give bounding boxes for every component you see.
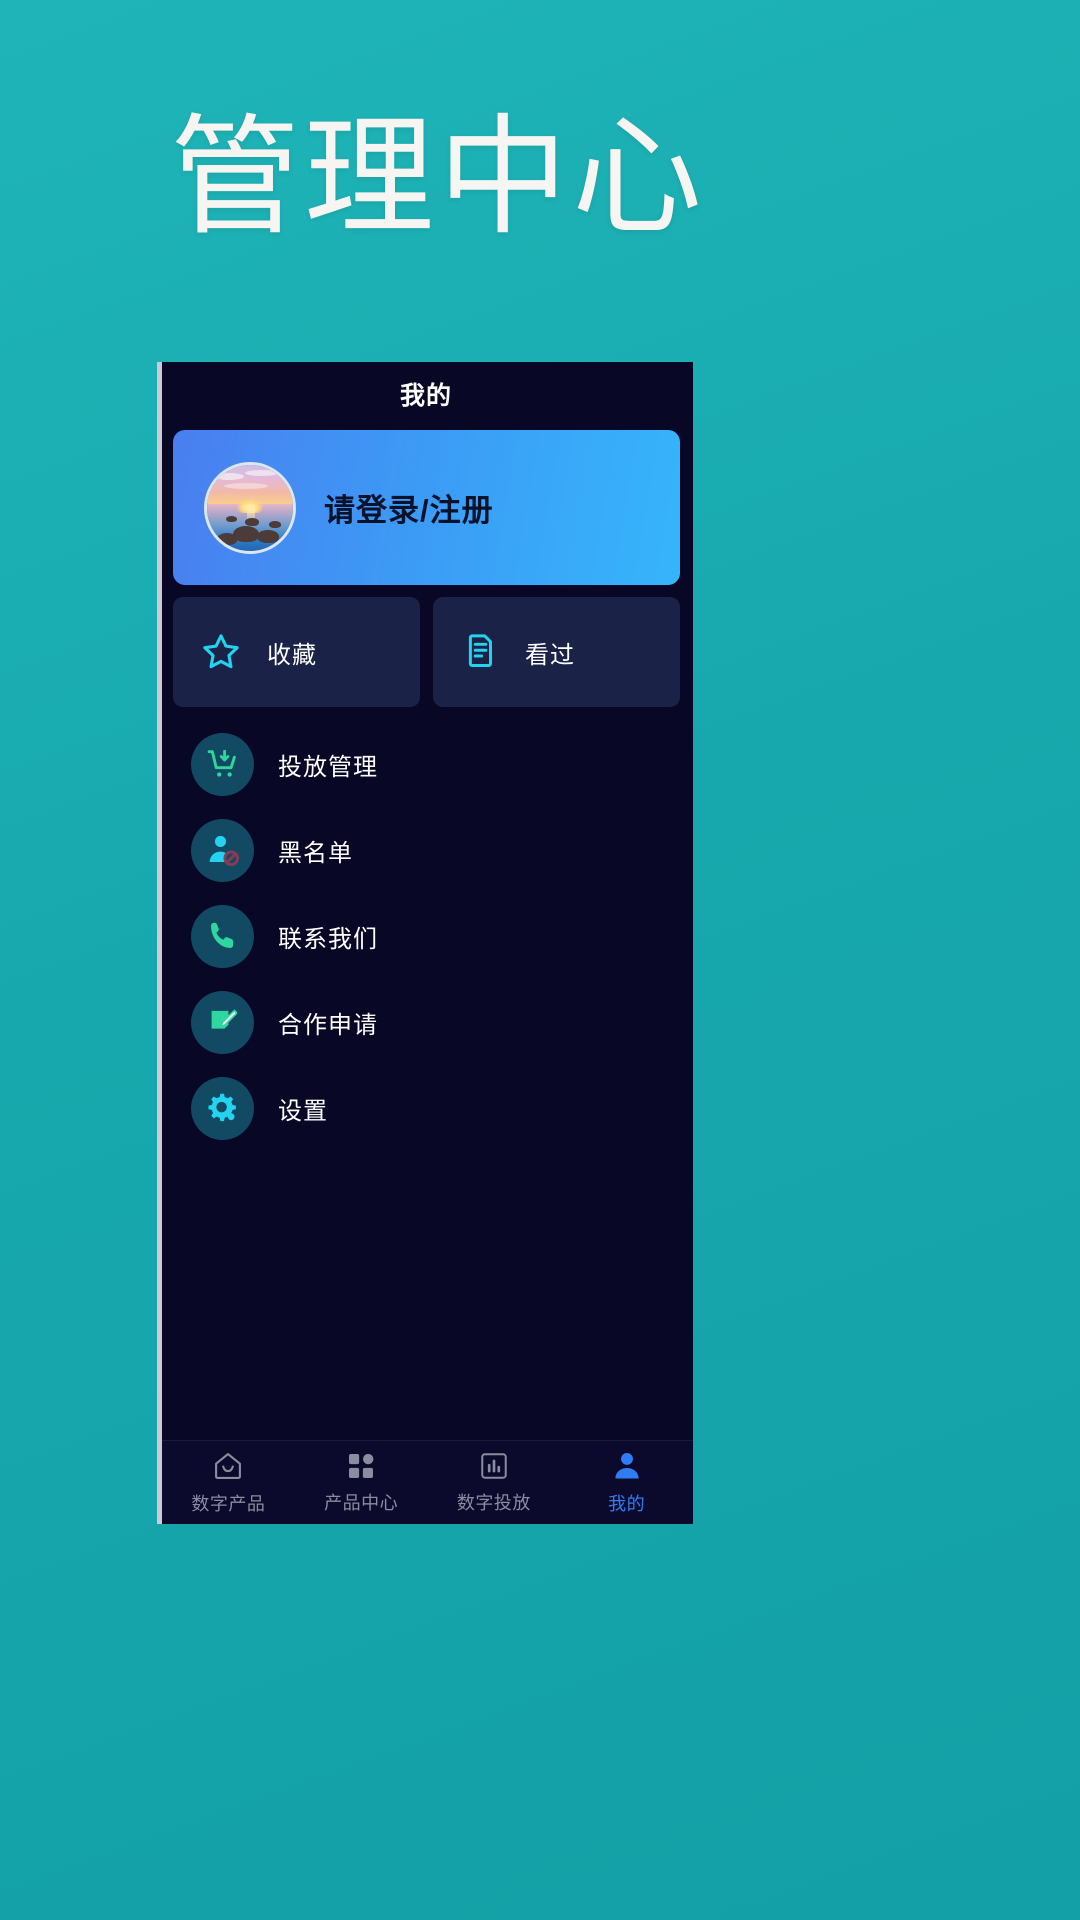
phone-icon: [191, 904, 254, 968]
quick-card-viewed[interactable]: 看过: [433, 597, 680, 707]
tab-product-center[interactable]: 产品中心: [295, 1450, 428, 1515]
home-icon: [211, 1449, 245, 1483]
menu-item-label: 设置: [278, 1097, 328, 1125]
grid-icon: [345, 1450, 377, 1482]
quick-card-favorites[interactable]: 收藏: [173, 597, 420, 707]
quick-card-label: 收藏: [267, 641, 317, 669]
document-stack-icon: [459, 631, 501, 673]
login-card[interactable]: 请登录/注册: [173, 430, 680, 585]
tab-label: 数字投放: [456, 1493, 531, 1513]
edit-note-icon: [191, 990, 254, 1054]
cart-download-icon: [191, 732, 254, 796]
app-header: 我的: [159, 362, 693, 426]
login-register-label[interactable]: 请登录/注册: [324, 485, 494, 530]
quick-card-label: 看过: [525, 641, 575, 669]
menu-item-label: 联系我们: [278, 925, 378, 953]
app-header-title: 我的: [399, 382, 452, 410]
tab-mine[interactable]: 我的: [560, 1449, 693, 1516]
menu-list: 投放管理 黑名单 联系我们 合作申请 设置: [159, 721, 693, 1151]
tab-digital-products[interactable]: 数字产品: [162, 1449, 295, 1516]
star-icon: [199, 630, 243, 674]
menu-item-contact-us[interactable]: 联系我们: [173, 893, 679, 979]
menu-item-label: 黑名单: [278, 839, 353, 867]
menu-item-settings[interactable]: 设置: [173, 1065, 679, 1151]
sunset-beach-photo-avatar[interactable]: [204, 461, 296, 554]
page-title: 管理中心: [170, 104, 707, 250]
gear-icon: [191, 1076, 254, 1140]
menu-item-blacklist[interactable]: 黑名单: [173, 807, 679, 893]
tab-label: 我的: [608, 1494, 646, 1514]
menu-item-label: 合作申请: [278, 1011, 378, 1039]
menu-item-delivery-management[interactable]: 投放管理: [173, 721, 679, 807]
tab-digital-delivery[interactable]: 数字投放: [428, 1450, 561, 1515]
menu-item-label: 投放管理: [278, 753, 378, 781]
tab-label: 数字产品: [191, 1494, 266, 1514]
phone-mockup: 我的 请登录/注册 收藏 看过 投放管理 黑名单 联系我们 合作申请 设置 数字…: [159, 362, 693, 1524]
bar-chart-icon: [478, 1450, 510, 1482]
user-blocked-icon: [191, 818, 254, 882]
menu-item-partnership-application[interactable]: 合作申请: [173, 979, 679, 1065]
person-icon: [610, 1449, 644, 1483]
quick-cards-row: 收藏 看过: [173, 597, 680, 707]
tab-label: 产品中心: [324, 1493, 399, 1513]
bottom-tab-bar: 数字产品 产品中心 数字投放 我的: [162, 1440, 693, 1524]
